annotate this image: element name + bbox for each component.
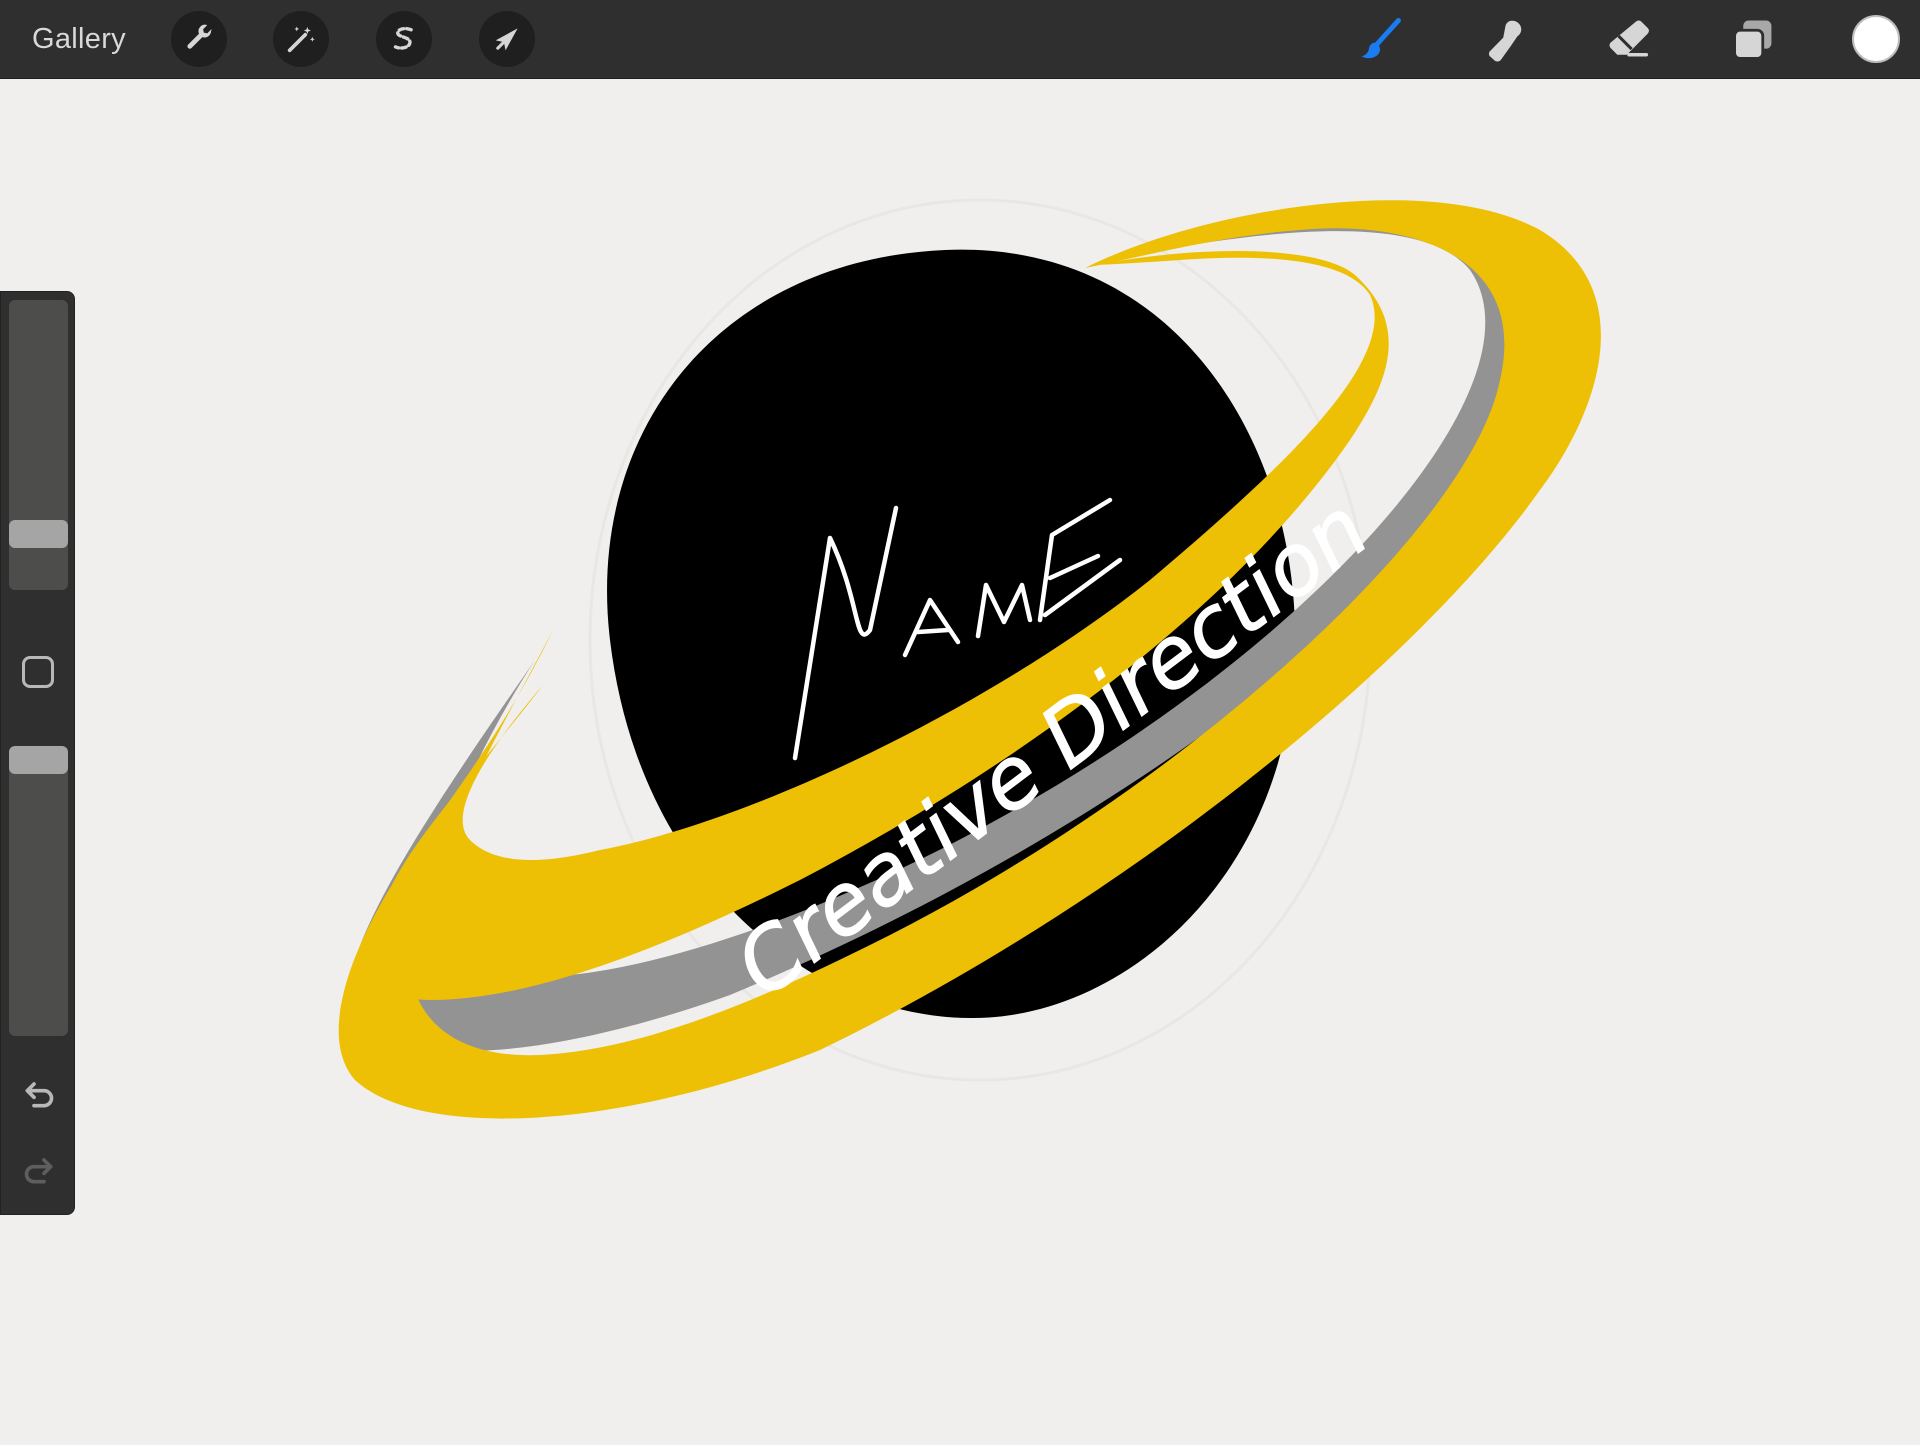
transform-button[interactable] [479,11,535,67]
selection-button[interactable] [376,11,432,67]
side-bar [0,291,75,1215]
layers-icon [1733,20,1772,60]
color-picker-button[interactable] [1852,15,1900,63]
redo-icon [24,1158,53,1184]
opacity-thumb[interactable] [9,746,68,774]
modify-button[interactable] [22,656,54,688]
opacity-slider[interactable] [9,746,68,1036]
drawing-canvas[interactable]: Creative Direction [0,79,1920,1440]
smudge-tool-button[interactable] [1477,12,1533,68]
wrench-icon [187,24,212,49]
gallery-button[interactable]: Gallery [32,0,126,78]
undo-icon [25,1082,54,1108]
actions-button[interactable] [171,11,227,67]
eraser-icon [1609,20,1649,57]
top-toolbar: Gallery [0,0,1920,79]
undo-button[interactable] [19,1074,59,1114]
arrow-cursor-icon [495,28,518,51]
selection-s-icon [393,26,413,50]
adjustments-button[interactable] [273,11,329,67]
eraser-tool-button[interactable] [1601,12,1657,68]
artwork: Creative Direction [338,198,1601,1119]
paintbrush-icon [1361,18,1401,59]
magic-wand-icon [287,26,315,53]
redo-button[interactable] [19,1150,59,1190]
layers-button[interactable] [1725,12,1781,68]
brush-size-slider[interactable] [9,300,68,590]
brush-size-thumb[interactable] [9,520,68,548]
brush-tool-button[interactable] [1352,12,1408,68]
smudge-finger-icon [1488,20,1522,62]
